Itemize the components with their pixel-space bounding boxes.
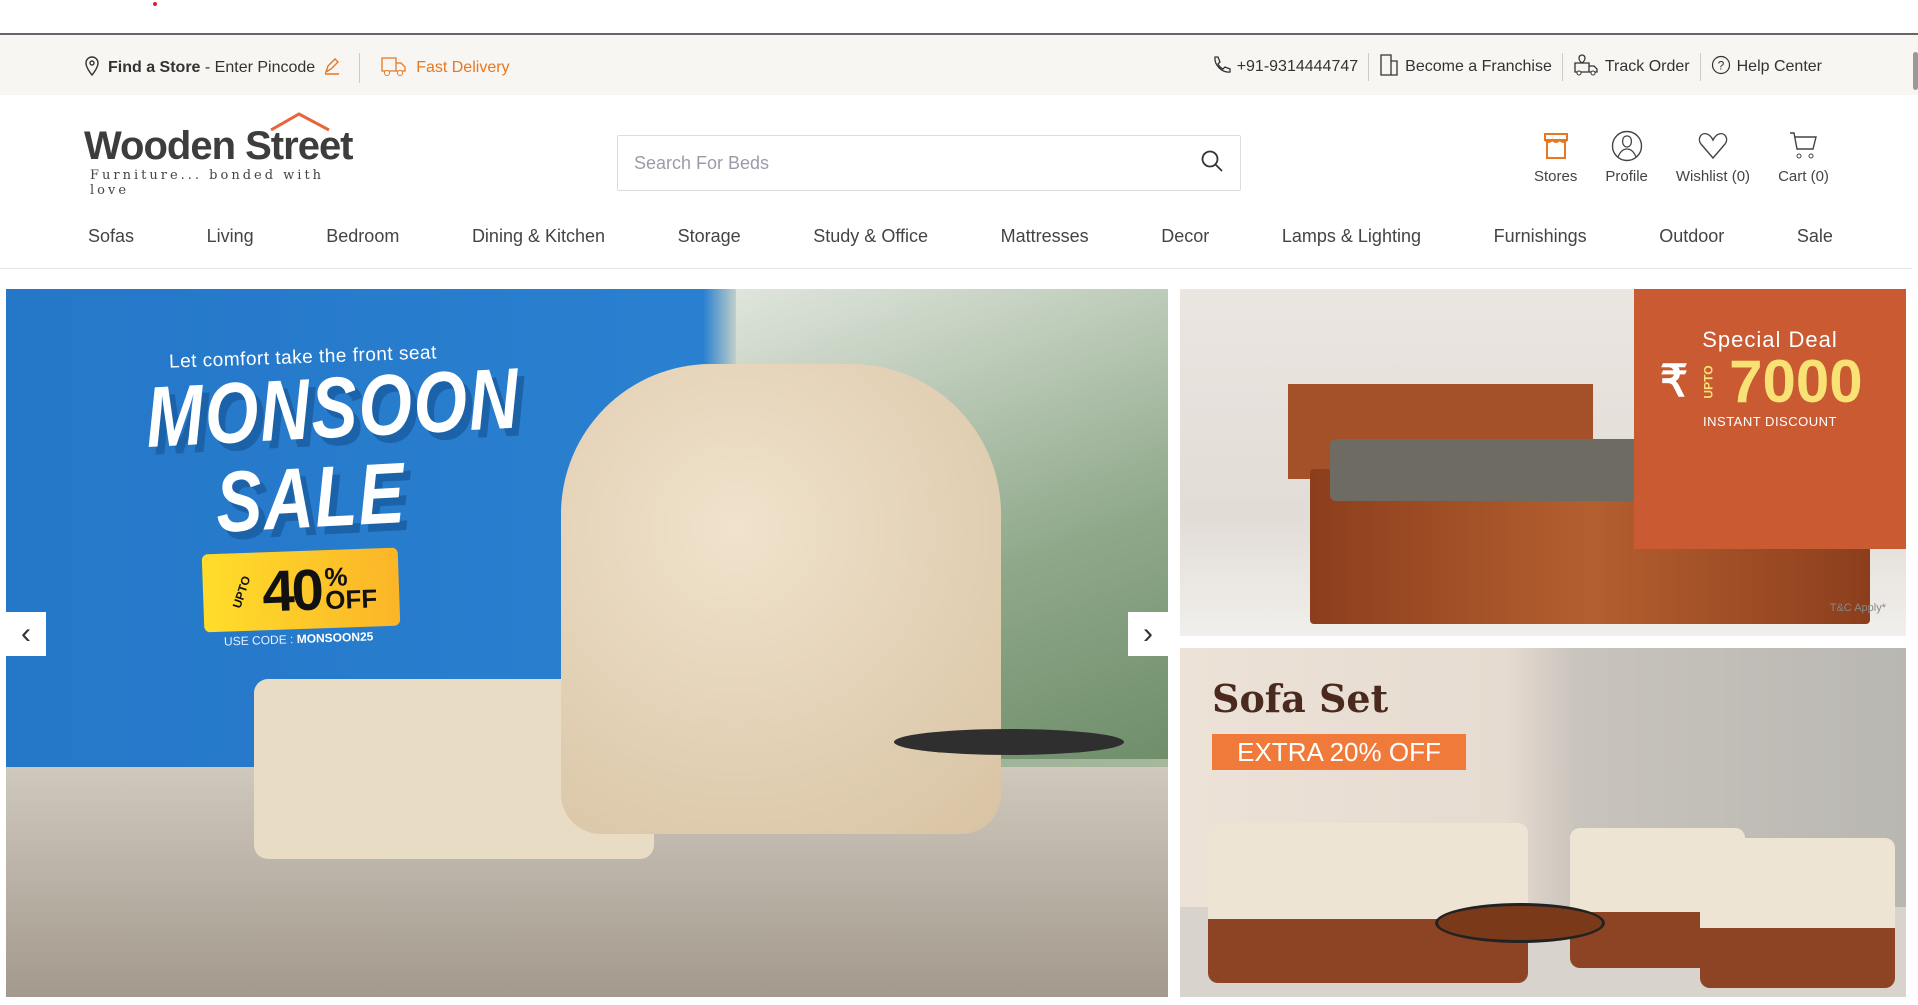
stores-label: Stores: [1534, 168, 1578, 185]
track-order-link[interactable]: Track Order: [1561, 53, 1700, 82]
upto-label: UPTO: [229, 574, 254, 610]
nav-item-living[interactable]: Living: [207, 226, 254, 247]
phone-number: +91-9314444747: [1236, 58, 1359, 75]
franchise-label: Become a Franchise: [1405, 58, 1552, 75]
wishlist-button[interactable]: Wishlist (0): [1662, 130, 1764, 185]
top-bar: Find a Store - Enter Pincode Fast Delive…: [0, 35, 1918, 95]
sofa-discount-badge: EXTRA 20% OFF: [1212, 734, 1466, 770]
logo-tagline: Furniture... bonded with love: [90, 168, 325, 198]
coupon-code: MONSOON25: [296, 629, 374, 647]
search-icon[interactable]: [1200, 149, 1224, 178]
phone-icon: [1211, 55, 1231, 80]
nav-item-mattresses[interactable]: Mattresses: [1001, 226, 1089, 247]
nav-item-sofas[interactable]: Sofas: [88, 226, 134, 247]
deal-panel: Special Deal ₹ UPTO 7000 INSTANT DISCOUNT: [1634, 289, 1906, 549]
find-store-link[interactable]: Find a Store - Enter Pincode: [108, 59, 315, 77]
profile-button[interactable]: Profile: [1591, 130, 1662, 185]
search-bar: [617, 135, 1241, 191]
side-table-image: [894, 729, 1124, 755]
building-icon: [1379, 53, 1399, 82]
instant-discount-label: INSTANT DISCOUNT: [1703, 414, 1837, 429]
become-franchise-link[interactable]: Become a Franchise: [1368, 53, 1562, 81]
off-label: OFF: [324, 583, 378, 616]
help-center-link[interactable]: ? Help Center: [1699, 53, 1832, 81]
sofa-set-banner[interactable]: Sofa Set EXTRA 20% OFF: [1180, 648, 1906, 997]
discount-value: 40: [261, 556, 322, 624]
deal-amount: 7000: [1729, 348, 1863, 415]
phone-link[interactable]: +91-9314444747: [1201, 53, 1368, 81]
cart-icon: [1790, 132, 1818, 159]
armchair-image: [1700, 838, 1895, 988]
track-order-label: Track Order: [1604, 58, 1690, 75]
nav-item-dining-kitchen[interactable]: Dining & Kitchen: [472, 226, 605, 247]
search-input[interactable]: [634, 152, 1200, 174]
heart-icon: [1698, 132, 1728, 160]
special-deal-bed-banner[interactable]: Special Deal ₹ UPTO 7000 INSTANT DISCOUNT …: [1180, 289, 1906, 636]
divider: [0, 268, 1912, 269]
store-icon: [1543, 133, 1568, 159]
nav-item-storage[interactable]: Storage: [678, 226, 741, 247]
carousel-prev-button[interactable]: ‹: [6, 612, 46, 656]
coupon-code-text: USE CODE : MONSOON25: [224, 629, 374, 648]
carousel-next-button[interactable]: ›: [1128, 612, 1168, 656]
banner-title-line2: SALE: [213, 445, 409, 551]
logo-name: Wooden Street: [84, 124, 354, 168]
fast-delivery-link[interactable]: Fast Delivery: [416, 59, 509, 77]
location-pin-icon: [84, 55, 100, 81]
terms-text: T&C Apply*: [1829, 602, 1886, 614]
profile-icon: [1611, 130, 1642, 162]
profile-label: Profile: [1605, 168, 1648, 185]
nav-item-lamps-lighting[interactable]: Lamps & Lighting: [1282, 226, 1421, 247]
edit-pencil-icon[interactable]: [323, 57, 341, 80]
cart-label: Cart (0): [1778, 168, 1829, 185]
help-center-label: Help Center: [1736, 58, 1822, 75]
category-nav: Sofas Living Bedroom Dining & Kitchen St…: [88, 226, 1833, 247]
nav-item-bedroom[interactable]: Bedroom: [326, 226, 399, 247]
cart-button[interactable]: Cart (0): [1764, 130, 1843, 185]
coffee-table-image: [1435, 903, 1605, 943]
stores-button[interactable]: Stores: [1520, 130, 1591, 185]
divider: [359, 53, 361, 83]
monsoon-sale-banner[interactable]: Let comfort take the front seat MONSOON …: [6, 289, 1168, 997]
nav-item-outdoor[interactable]: Outdoor: [1659, 226, 1724, 247]
discount-tag: UPTO 40 % OFF: [201, 547, 401, 633]
sofa-banner-title: Sofa Set: [1212, 676, 1389, 721]
code-label: USE CODE :: [223, 632, 297, 649]
track-truck-icon: [1573, 53, 1599, 82]
logo[interactable]: Wooden Street Furniture... bonded with l…: [84, 112, 364, 198]
scrollbar[interactable]: [1913, 52, 1918, 90]
svg-text:?: ?: [1717, 58, 1724, 72]
nav-item-decor[interactable]: Decor: [1161, 226, 1209, 247]
rupee-symbol: ₹: [1660, 357, 1688, 406]
wishlist-label: Wishlist (0): [1675, 168, 1751, 185]
truck-icon: [378, 55, 408, 82]
nav-item-study-office[interactable]: Study & Office: [813, 226, 928, 247]
nav-item-furnishings[interactable]: Furnishings: [1494, 226, 1587, 247]
help-icon: ?: [1711, 55, 1731, 80]
enter-pincode-label: - Enter Pincode: [204, 59, 316, 76]
chevron-right-icon: ›: [1143, 617, 1153, 650]
find-store-label: Find a Store: [108, 59, 201, 76]
nav-item-sale[interactable]: Sale: [1797, 226, 1833, 247]
indicator-dot: [153, 2, 157, 6]
armchair-image: [561, 364, 1001, 834]
upto-label: UPTO: [1701, 364, 1716, 399]
sofa-image: [1208, 823, 1528, 983]
chevron-left-icon: ‹: [21, 617, 31, 650]
